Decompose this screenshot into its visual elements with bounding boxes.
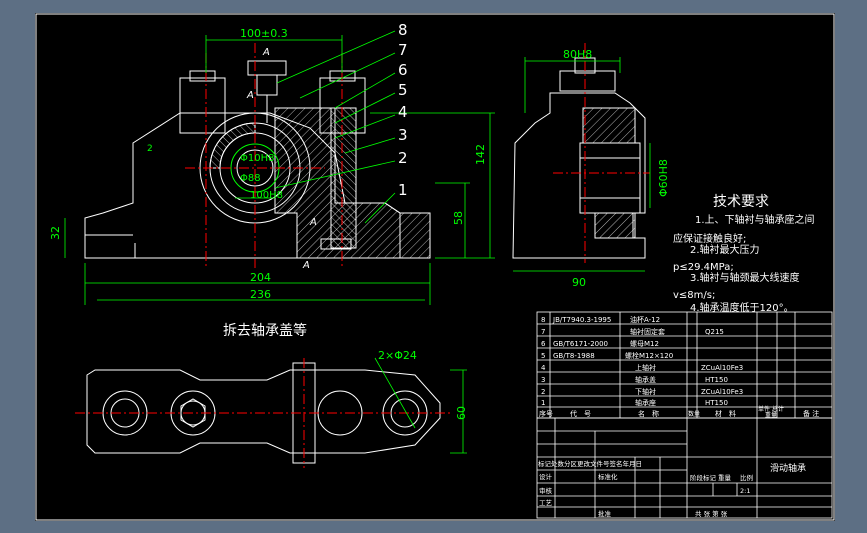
dim-plan-holes: 2×Φ24 — [378, 349, 417, 362]
title-scale: 比例 — [740, 473, 753, 482]
dim-side-top: 80H8 — [563, 48, 592, 61]
parts-no: 2 — [541, 388, 545, 396]
dim-total-width: 236 — [250, 288, 271, 301]
callout-5: 5 — [398, 81, 408, 99]
tech-line-4: p≤29.4MPa; — [673, 262, 734, 273]
dim-inner-width: 204 — [250, 271, 271, 284]
callout-2: 2 — [398, 149, 408, 167]
front-dim-text: 100±0.3 204 236 32 58 142 2 Φ10H8 Φ88 10… — [49, 27, 487, 301]
parts-code: JB/T7940.3-1995 — [552, 316, 611, 324]
parts-no: 5 — [541, 352, 545, 360]
section-mark-1: A — [262, 47, 270, 58]
callout-1: 1 — [398, 181, 408, 199]
part-callouts: 8 7 6 5 4 3 2 1 — [398, 21, 408, 199]
title-revision-row: 标记处数分区更改文件号签名年月日 — [538, 459, 642, 468]
parts-name: 螺栓M12×120 — [625, 351, 673, 360]
parts-header-code: 代 号 — [570, 409, 591, 418]
dim-top-width: 100±0.3 — [240, 27, 288, 40]
parts-name: 轴承盖 — [635, 375, 656, 384]
title-weight: 重量 — [718, 474, 732, 482]
side-dim-text: 80H8 90 Φ60H8 — [563, 48, 670, 289]
tech-line-6: v≤8m/s; — [673, 290, 715, 301]
title-drawing-name: 滑动轴承 — [770, 462, 806, 474]
dim-side-bottom: 90 — [572, 276, 586, 289]
parts-header-qty: 数量 — [688, 410, 700, 418]
parts-header-material: 材 料 — [715, 409, 736, 418]
callout-7: 7 — [398, 41, 408, 59]
callout-8: 8 — [398, 21, 408, 39]
tech-line-3: 2.轴衬最大压力 — [690, 243, 760, 256]
parts-header-name: 名 称 — [638, 409, 659, 418]
dim-left-height: 32 — [49, 226, 62, 240]
parts-header-no: 序号 — [539, 409, 553, 418]
parts-material: HT150 — [705, 376, 728, 384]
callout-3: 3 — [398, 126, 408, 144]
plan-text: 拆去轴承盖等 2×Φ24 60 — [223, 322, 468, 420]
parts-name: 螺母M12 — [630, 339, 659, 348]
parts-no: 3 — [541, 376, 545, 384]
parts-header-remarks: 备 注 — [803, 409, 819, 418]
section-mark-4: A — [302, 260, 310, 271]
drawing-sheet: 100±0.3 204 236 32 58 142 2 Φ10H8 Φ88 10… — [35, 13, 835, 521]
title-approve: 批准 — [598, 509, 612, 518]
title-scale-value: 2:1 — [740, 487, 750, 495]
parts-no: 6 — [541, 340, 546, 348]
parts-list — [536, 311, 833, 419]
parts-name: 轴承座 — [635, 398, 656, 407]
parts-no: 8 — [541, 316, 545, 324]
side-dimensions — [513, 57, 651, 272]
tech-line-5: 3.轴衬与轴颈最大线速度 — [690, 271, 800, 284]
dim-plan-height: 60 — [455, 406, 468, 420]
tech-line-1: 1.上、下轴衬与轴承座之间 — [695, 213, 815, 226]
parts-material: ZCuAl10Fe3 — [701, 364, 743, 372]
parts-name: 上轴衬 — [635, 363, 656, 372]
title-stage: 阶段标记 — [690, 473, 717, 482]
title-design: 设计 — [539, 472, 553, 481]
parts-no: 7 — [541, 328, 545, 336]
cad-drawing: 100±0.3 204 236 32 58 142 2 Φ10H8 Φ88 10… — [35, 13, 835, 521]
dim-mid-height: 58 — [452, 211, 465, 225]
tech-title: 技术要求 — [713, 194, 769, 210]
section-mark-3: A — [309, 217, 317, 228]
dim-side-dia: Φ60H8 — [657, 159, 670, 197]
dim-total-height: 142 — [474, 144, 487, 165]
parts-material: Q215 — [705, 328, 724, 336]
plan-title: 拆去轴承盖等 — [223, 322, 307, 339]
parts-name: 油杯A-12 — [630, 315, 660, 324]
dim-shaft-dia: Φ10H8 — [240, 153, 274, 164]
dim-clearance: 2 — [147, 144, 153, 154]
plan-view — [75, 358, 453, 468]
parts-name: 下轴衬 — [635, 387, 656, 396]
parts-code: GB/T6171-2000 — [553, 340, 608, 348]
parts-code: GB/T8-1988 — [553, 352, 595, 360]
title-review: 审核 — [539, 486, 553, 495]
tech-line-2: 应保证接触良好; — [673, 232, 746, 245]
title-process: 工艺 — [539, 499, 553, 507]
parts-material: HT150 — [705, 399, 728, 407]
parts-name: 轴衬固定套 — [630, 327, 665, 336]
tech-requirements: 技术要求 1.上、下轴衬与轴承座之间 应保证接触良好; 2.轴衬最大压力 p≤2… — [673, 194, 815, 314]
dim-bore-dia: Φ88 — [240, 173, 261, 184]
callout-4: 4 — [398, 103, 408, 121]
callout-6: 6 — [398, 61, 408, 79]
parts-no: 4 — [541, 364, 546, 372]
side-view — [512, 43, 650, 263]
parts-no: 1 — [541, 399, 545, 407]
parts-material: ZCuAl10Fe3 — [701, 388, 743, 396]
title-standard: 标准化 — [598, 472, 618, 481]
section-mark-2: A — [246, 90, 254, 101]
title-sheets: 共 张 第 张 — [695, 509, 728, 518]
title-block-text: 标记处数分区更改文件号签名年月日 设计 标准化 阶段标记 重量 比例 2:1 审… — [538, 459, 806, 518]
dim-bore-width: 100H8 — [250, 190, 283, 201]
